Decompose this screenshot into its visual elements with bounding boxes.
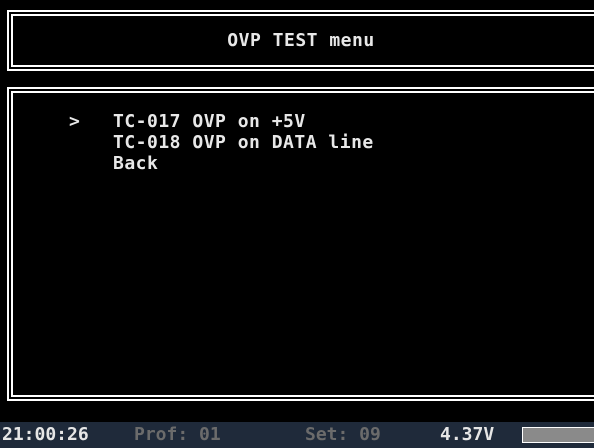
status-voltage: 4.37V bbox=[440, 424, 495, 445]
title-panel: OVP TEST menu bbox=[7, 10, 594, 71]
menu-panel: > TC-017 OVP on +5V TC-018 OVP on DATA l… bbox=[7, 87, 594, 401]
menu-item-label: Back bbox=[113, 153, 159, 174]
menu-item-label: TC-017 OVP on +5V bbox=[113, 111, 306, 132]
status-profile: Prof: 01 bbox=[134, 424, 221, 445]
status-time: 21:00:26 bbox=[2, 424, 89, 445]
status-set: Set: 09 bbox=[305, 424, 381, 445]
voltage-meter bbox=[522, 427, 594, 443]
page-title: OVP TEST menu bbox=[227, 30, 375, 51]
status-bar: 21:00:26 Prof: 01 Set: 09 4.37V bbox=[0, 422, 594, 448]
menu-item-label: TC-018 OVP on DATA line bbox=[113, 132, 374, 153]
selection-cursor-icon: > bbox=[69, 111, 81, 132]
